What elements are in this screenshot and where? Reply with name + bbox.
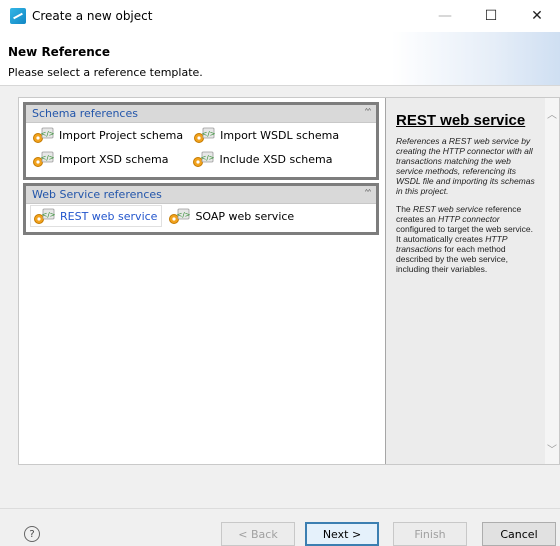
rest-web-service-item[interactable]: </> REST web service bbox=[30, 205, 163, 227]
reference-icon: </> bbox=[193, 151, 215, 167]
import-project-schema-item[interactable]: </> Import Project schema bbox=[30, 124, 187, 146]
web-service-references-group: Web Service references ˄˄ </> REST web s… bbox=[23, 183, 379, 235]
next-button[interactable]: Next > bbox=[305, 522, 379, 546]
double-chevron-up-icon[interactable]: ˄˄ bbox=[364, 189, 372, 200]
wizard-header: New Reference Please select a reference … bbox=[0, 32, 560, 86]
item-label: SOAP web service bbox=[195, 209, 295, 223]
reference-icon: </> bbox=[169, 208, 191, 224]
svg-text:</>: </> bbox=[202, 130, 216, 138]
item-label: Import XSD schema bbox=[59, 152, 169, 166]
window-title: Create a new object bbox=[32, 9, 153, 23]
chevron-down-icon[interactable]: ﹀ bbox=[547, 441, 557, 456]
template-list: Schema references ˄˄ </> Import Project … bbox=[19, 98, 385, 464]
include-xsd-schema-item[interactable]: </> Include XSD schema bbox=[190, 148, 336, 170]
wizard-title: New Reference bbox=[8, 45, 111, 59]
svg-text:</>: </> bbox=[40, 130, 54, 138]
import-xsd-schema-item[interactable]: </> Import XSD schema bbox=[30, 148, 172, 170]
chevron-up-icon[interactable]: ︿ bbox=[547, 106, 557, 121]
svg-text:</>: </> bbox=[40, 154, 54, 162]
svg-text:</>: </> bbox=[41, 211, 55, 219]
content-area: Schema references ˄˄ </> Import Project … bbox=[18, 97, 560, 465]
back-button[interactable]: < Back bbox=[221, 522, 295, 546]
item-label: Import WSDL schema bbox=[220, 128, 340, 142]
reference-icon: </> bbox=[33, 151, 54, 167]
import-wsdl-schema-item[interactable]: </> Import WSDL schema bbox=[191, 124, 343, 146]
footer-divider bbox=[0, 508, 560, 509]
description-paragraph-1: References a REST web service by creatin… bbox=[396, 136, 535, 197]
double-chevron-up-icon[interactable]: ˄˄ bbox=[364, 108, 372, 119]
svg-text:</>: </> bbox=[201, 154, 215, 162]
item-label: REST web service bbox=[60, 209, 158, 223]
minimize-button[interactable]: — bbox=[422, 0, 468, 32]
description-title: REST web service bbox=[396, 112, 526, 129]
title-bar: Create a new object — ☐ ✕ bbox=[0, 0, 560, 32]
description-paragraph-2: The REST web service reference creates a… bbox=[396, 204, 534, 275]
description-scrollbar[interactable]: ︿ ﹀ bbox=[545, 98, 559, 464]
reference-icon: </> bbox=[34, 208, 55, 224]
group-label: Schema references bbox=[32, 107, 138, 120]
svg-text:</>: </> bbox=[177, 211, 191, 219]
schema-references-group: Schema references ˄˄ </> Import Project … bbox=[23, 102, 379, 180]
reference-icon: </> bbox=[194, 127, 216, 143]
close-button[interactable]: ✕ bbox=[514, 0, 560, 32]
group-header[interactable]: Schema references ˄˄ bbox=[26, 105, 376, 123]
description-panel: REST web service References a REST web s… bbox=[385, 98, 559, 464]
item-label: Import Project schema bbox=[59, 128, 184, 142]
description-content: REST web service References a REST web s… bbox=[386, 98, 546, 464]
reference-icon: </> bbox=[33, 127, 54, 143]
window-controls: — ☐ ✕ bbox=[422, 0, 560, 32]
maximize-button[interactable]: ☐ bbox=[468, 0, 514, 32]
group-label: Web Service references bbox=[32, 188, 162, 201]
finish-button[interactable]: Finish bbox=[393, 522, 467, 546]
app-icon bbox=[10, 8, 26, 24]
wizard-subtitle: Please select a reference template. bbox=[8, 66, 203, 79]
group-header[interactable]: Web Service references ˄˄ bbox=[26, 186, 376, 204]
help-button[interactable]: ? bbox=[24, 526, 40, 542]
item-label: Include XSD schema bbox=[219, 152, 333, 166]
soap-web-service-item[interactable]: </> SOAP web service bbox=[166, 205, 298, 227]
cancel-button[interactable]: Cancel bbox=[482, 522, 556, 546]
